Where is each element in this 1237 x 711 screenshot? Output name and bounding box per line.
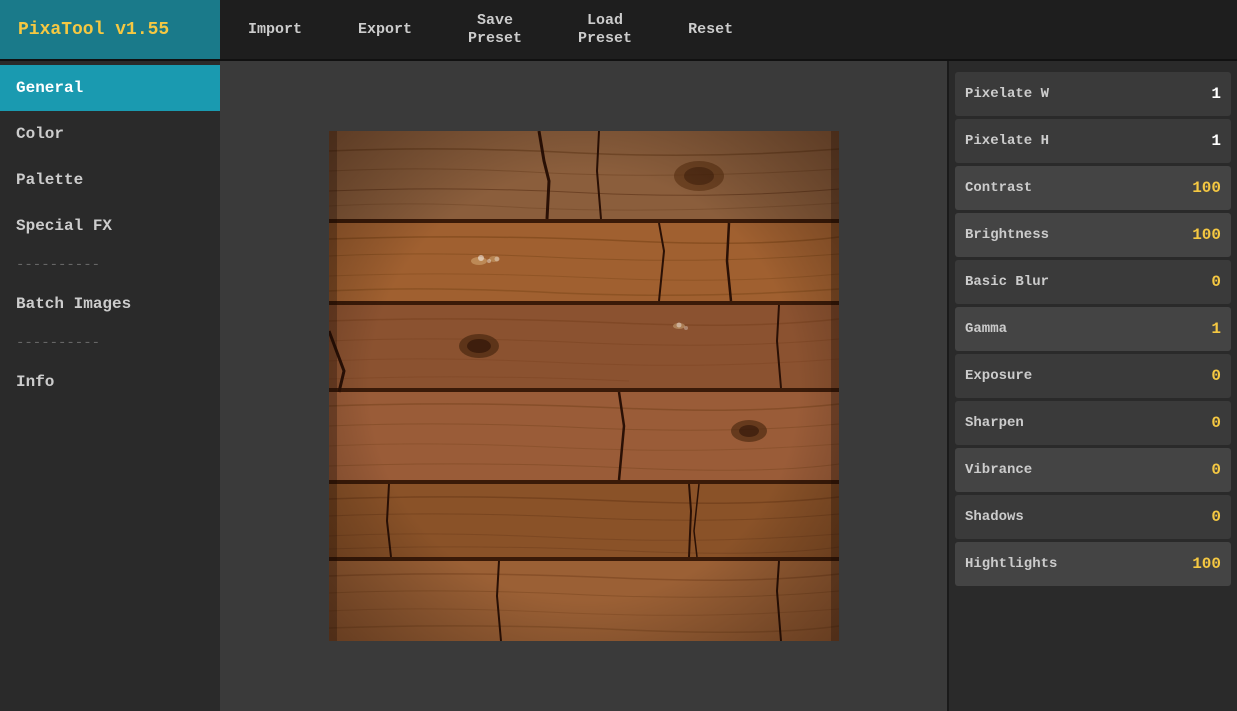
control-row-sharpen[interactable]: Sharpen 0 <box>955 401 1231 445</box>
control-label-brightness: Brightness <box>965 227 1049 243</box>
control-value-vibrance: 0 <box>1191 461 1221 479</box>
control-row-contrast[interactable]: Contrast 100 <box>955 166 1231 210</box>
control-row-pixelate-w[interactable]: Pixelate W 1 <box>955 72 1231 116</box>
control-row-shadows[interactable]: Shadows 0 <box>955 495 1231 539</box>
save-preset-button[interactable]: SavePreset <box>440 0 550 59</box>
sidebar-item-color[interactable]: Color <box>0 111 220 157</box>
app-title: PixaTool v1.55 <box>0 0 220 59</box>
sidebar-divider-2: ---------- <box>0 327 220 359</box>
control-value-basic-blur: 0 <box>1191 273 1221 291</box>
sidebar-item-palette[interactable]: Palette <box>0 157 220 203</box>
control-value-highlights: 100 <box>1191 555 1221 573</box>
main-area: General Color Palette Special FX -------… <box>0 61 1237 711</box>
control-label-gamma: Gamma <box>965 321 1007 337</box>
import-button[interactable]: Import <box>220 0 330 59</box>
reset-button[interactable]: Reset <box>660 0 761 59</box>
top-nav: PixaTool v1.55 Import Export SavePreset … <box>0 0 1237 61</box>
control-row-basic-blur[interactable]: Basic Blur 0 <box>955 260 1231 304</box>
control-value-sharpen: 0 <box>1191 414 1221 432</box>
control-label-pixelate-w: Pixelate W <box>965 86 1049 102</box>
export-button[interactable]: Export <box>330 0 440 59</box>
control-label-shadows: Shadows <box>965 509 1024 525</box>
sidebar-divider-1: ---------- <box>0 249 220 281</box>
control-value-exposure: 0 <box>1191 367 1221 385</box>
control-row-highlights[interactable]: Hightlights 100 <box>955 542 1231 586</box>
control-value-gamma: 1 <box>1191 320 1221 338</box>
sidebar-item-special-fx[interactable]: Special FX <box>0 203 220 249</box>
control-row-pixelate-h[interactable]: Pixelate H 1 <box>955 119 1231 163</box>
wood-texture-svg <box>329 131 839 641</box>
canvas-area <box>220 61 947 711</box>
control-label-pixelate-h: Pixelate H <box>965 133 1049 149</box>
control-row-vibrance[interactable]: Vibrance 0 <box>955 448 1231 492</box>
control-value-brightness: 100 <box>1191 226 1221 244</box>
sidebar-item-batch-images[interactable]: Batch Images <box>0 281 220 327</box>
control-row-exposure[interactable]: Exposure 0 <box>955 354 1231 398</box>
control-row-gamma[interactable]: Gamma 1 <box>955 307 1231 351</box>
image-preview <box>329 131 839 641</box>
control-label-exposure: Exposure <box>965 368 1032 384</box>
right-panel: Pixelate W1Pixelate H1Contrast100Brightn… <box>947 61 1237 711</box>
control-label-vibrance: Vibrance <box>965 462 1032 478</box>
control-label-basic-blur: Basic Blur <box>965 274 1049 290</box>
control-label-contrast: Contrast <box>965 180 1032 196</box>
control-value-shadows: 0 <box>1191 508 1221 526</box>
sidebar-item-info[interactable]: Info <box>0 359 220 405</box>
control-value-contrast: 100 <box>1191 179 1221 197</box>
control-label-highlights: Hightlights <box>965 556 1057 572</box>
control-row-brightness[interactable]: Brightness 100 <box>955 213 1231 257</box>
load-preset-button[interactable]: LoadPreset <box>550 0 660 59</box>
sidebar: General Color Palette Special FX -------… <box>0 61 220 711</box>
control-value-pixelate-h: 1 <box>1191 132 1221 150</box>
control-label-sharpen: Sharpen <box>965 415 1024 431</box>
control-value-pixelate-w: 1 <box>1191 85 1221 103</box>
sidebar-item-general[interactable]: General <box>0 65 220 111</box>
